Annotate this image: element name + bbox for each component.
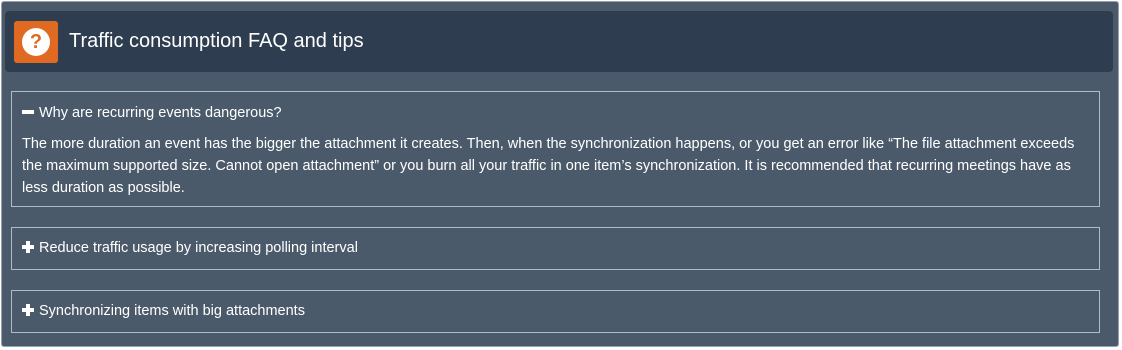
faq-item-big-attachments: Synchronizing items with big attachments bbox=[11, 290, 1100, 333]
panel-header: ? Traffic consumption FAQ and tips bbox=[5, 11, 1113, 72]
faq-question-toggle[interactable]: Why are recurring events dangerous? bbox=[22, 103, 282, 123]
faq-question-label: Reduce traffic usage by increasing polli… bbox=[39, 240, 358, 256]
help-badge: ? bbox=[14, 21, 58, 63]
faq-question-toggle[interactable]: Reduce traffic usage by increasing polli… bbox=[22, 238, 358, 258]
faq-item-recurring-events: Why are recurring events dangerous? The … bbox=[11, 91, 1100, 207]
question-circle-icon: ? bbox=[22, 28, 50, 56]
minus-icon bbox=[22, 106, 34, 118]
faq-question-label: Why are recurring events dangerous? bbox=[39, 105, 282, 121]
faq-item-polling-interval: Reduce traffic usage by increasing polli… bbox=[11, 227, 1100, 270]
plus-icon bbox=[22, 304, 34, 316]
faq-answer: The more duration an event has the bigge… bbox=[22, 136, 1075, 196]
faq-question-label: Synchronizing items with big attachments bbox=[39, 303, 305, 319]
panel-title: Traffic consumption FAQ and tips bbox=[69, 30, 364, 52]
plus-icon bbox=[22, 241, 34, 253]
faq-question-toggle[interactable]: Synchronizing items with big attachments bbox=[22, 301, 305, 321]
